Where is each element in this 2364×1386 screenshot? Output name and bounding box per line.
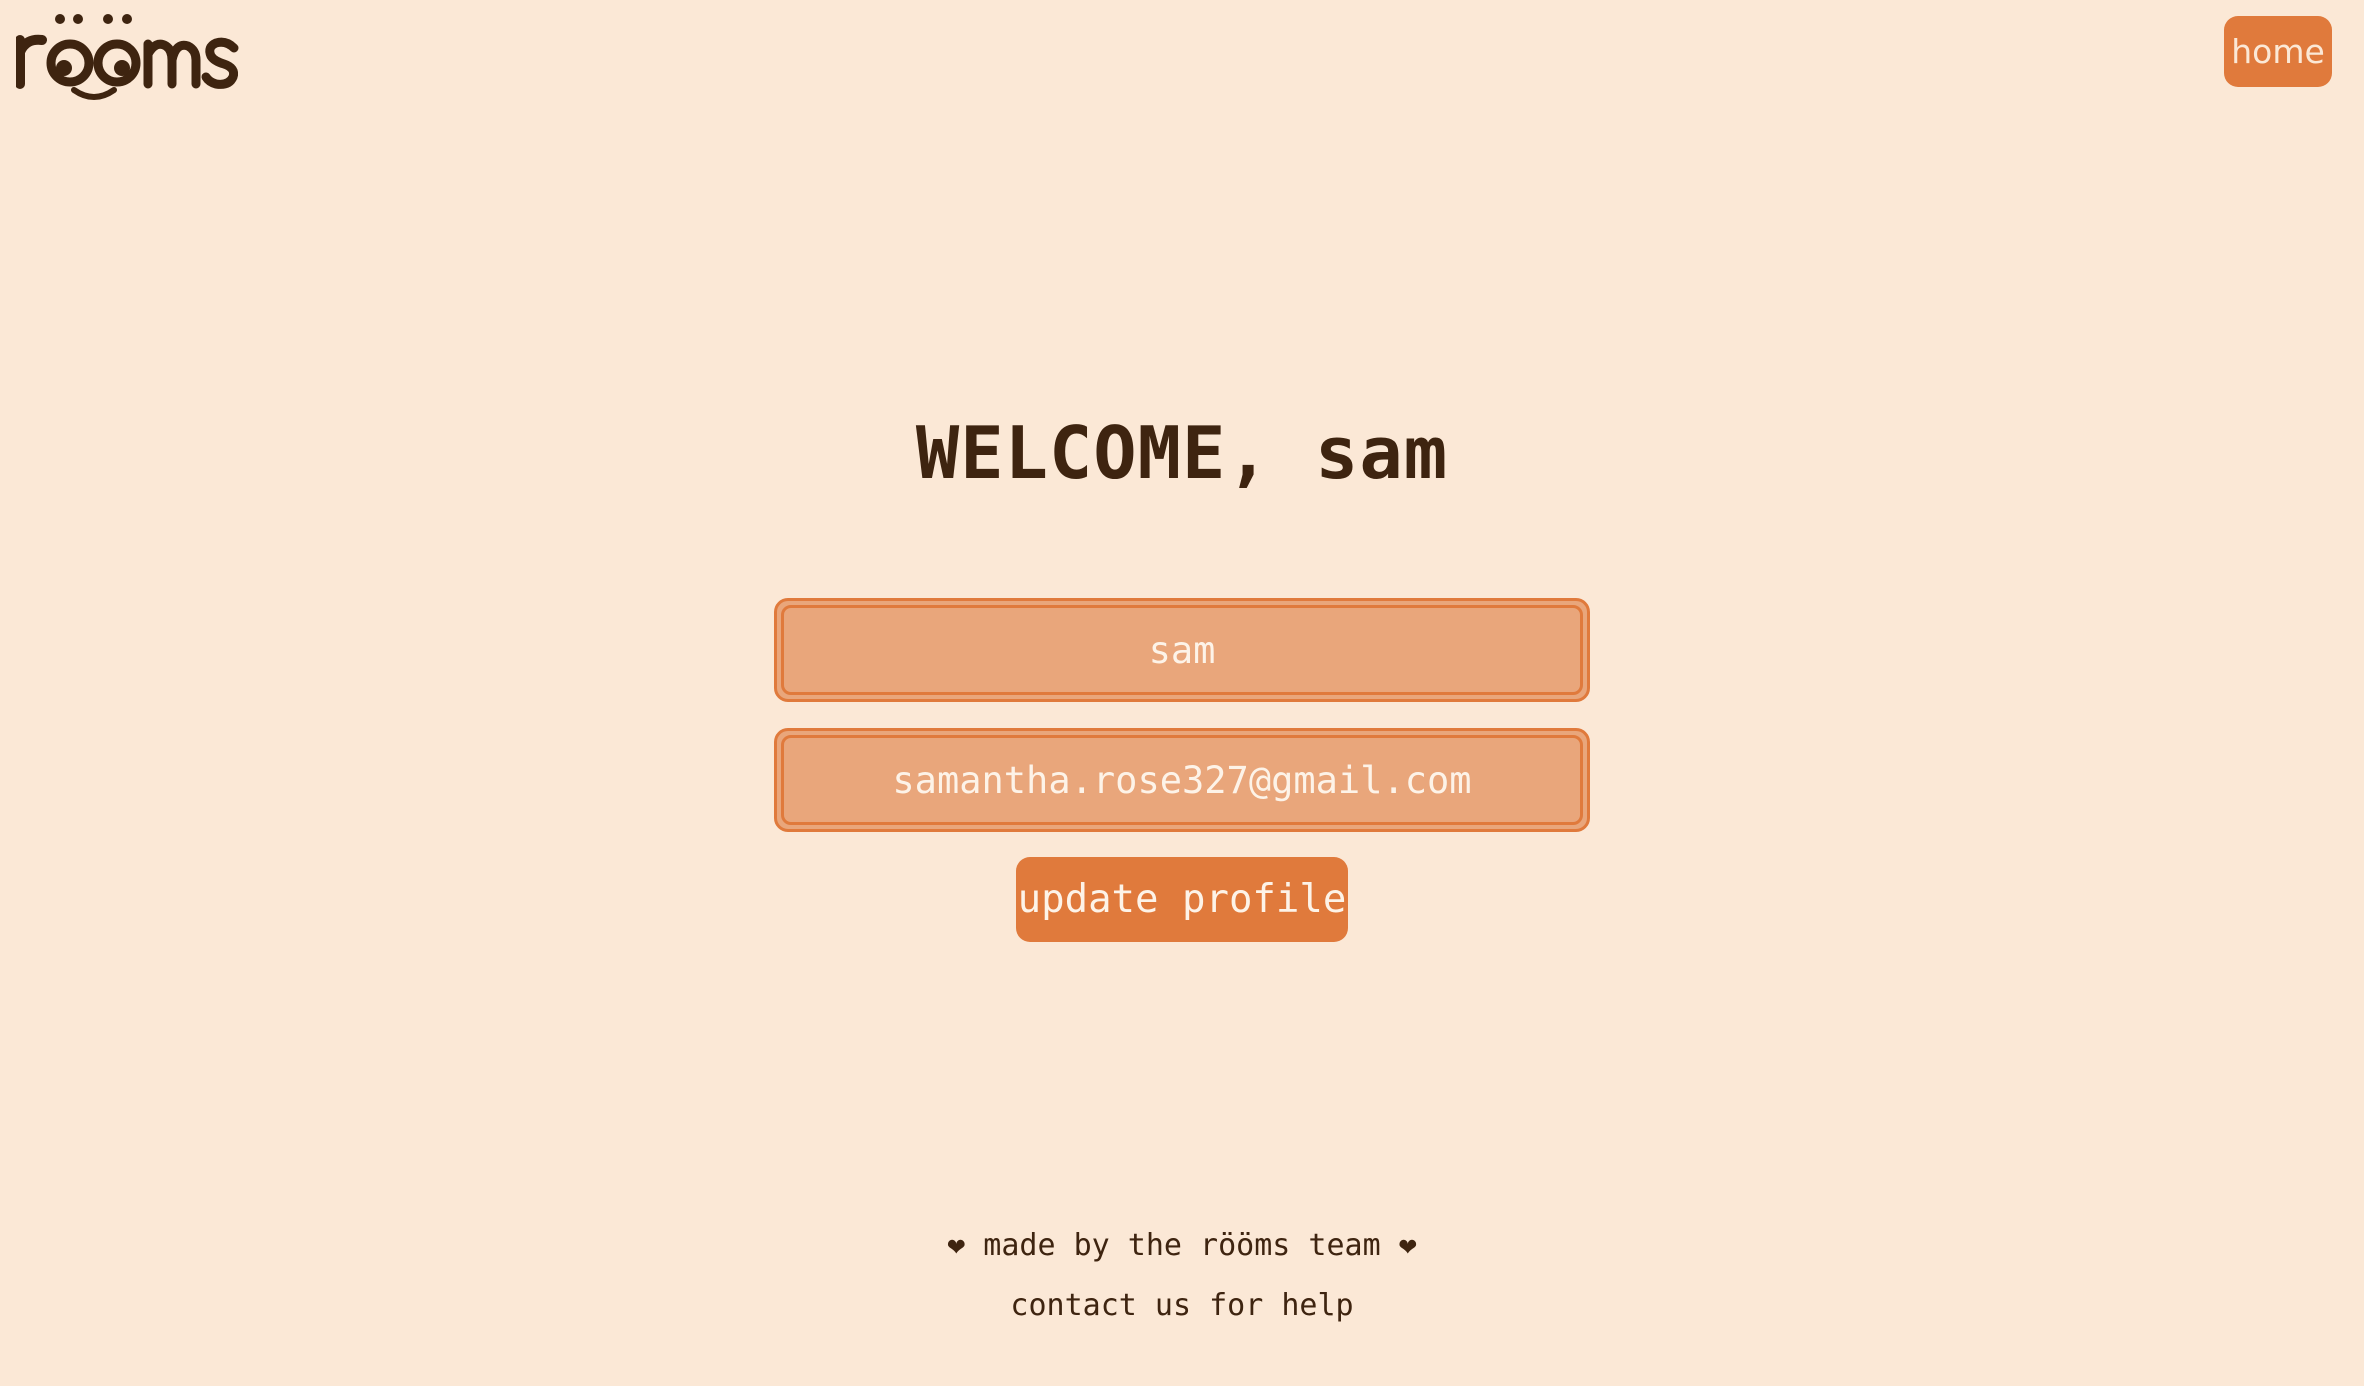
footer-made-by-text: ❤ made by the rööms team ❤ — [947, 1228, 1417, 1263]
rooms-logo-mark — [16, 14, 239, 100]
name-field[interactable] — [774, 598, 1590, 702]
name-field-inner — [781, 605, 1583, 695]
home-button[interactable]: home — [2224, 16, 2332, 87]
email-input[interactable] — [784, 738, 1580, 822]
email-field[interactable] — [774, 728, 1590, 832]
update-profile-button[interactable]: update profile — [1016, 857, 1348, 942]
welcome-heading: WELCOME, sam — [915, 411, 1449, 495]
rooms-logo[interactable] — [16, 6, 242, 106]
email-field-inner — [781, 735, 1583, 825]
name-input[interactable] — [784, 608, 1580, 692]
contact-link[interactable]: contact us for help — [0, 1288, 2364, 1323]
